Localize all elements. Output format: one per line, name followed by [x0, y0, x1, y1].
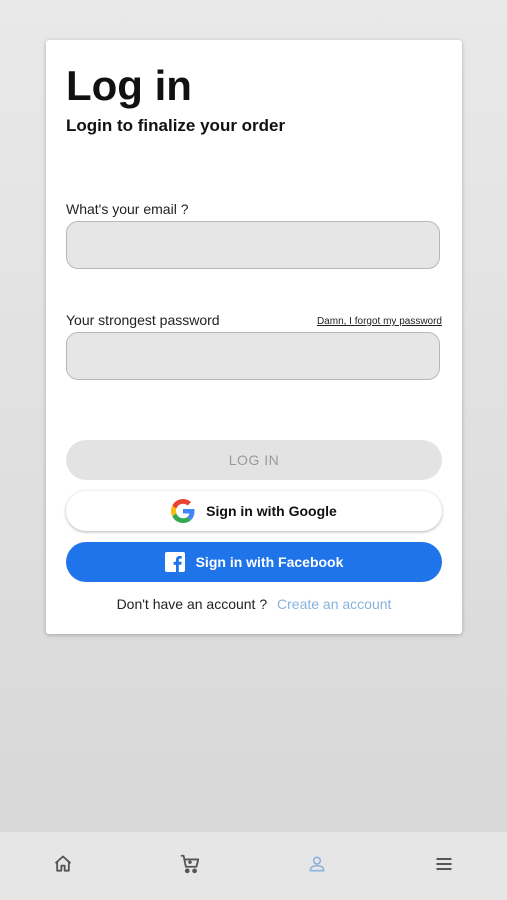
password-field[interactable]	[66, 332, 440, 380]
login-button[interactable]: LOG IN	[66, 440, 442, 480]
google-signin-button[interactable]: Sign in with Google	[66, 491, 442, 531]
no-account-text: Don't have an account ?	[116, 596, 268, 612]
cart-icon	[179, 853, 201, 880]
facebook-signin-button[interactable]: Sign in with Facebook	[66, 542, 442, 582]
menu-icon	[434, 854, 454, 879]
facebook-button-label: Sign in with Facebook	[195, 554, 344, 570]
page-subtitle: Login to finalize your order	[66, 116, 286, 135]
page-title: Log in	[66, 62, 192, 109]
google-logo-icon	[171, 499, 195, 523]
nav-account-button[interactable]	[297, 846, 337, 886]
signup-prompt: Don't have an account ? Create an accoun…	[46, 596, 462, 612]
nav-cart-button[interactable]	[170, 846, 210, 886]
email-label: What's your email ?	[66, 201, 189, 217]
home-icon	[53, 854, 73, 879]
user-icon	[307, 854, 327, 879]
nav-home-button[interactable]	[43, 846, 83, 886]
bottom-nav	[0, 832, 507, 900]
login-button-label: LOG IN	[228, 452, 280, 468]
email-field[interactable]	[66, 221, 440, 269]
login-card: Log in Login to finalize your order What…	[46, 40, 462, 634]
create-account-link[interactable]: Create an account	[277, 596, 391, 612]
password-label: Your strongest password	[66, 312, 220, 328]
google-button-label: Sign in with Google	[206, 503, 337, 519]
nav-menu-button[interactable]	[424, 846, 464, 886]
forgot-password-link[interactable]: Damn, I forgot my password	[317, 316, 442, 327]
facebook-logo-icon	[164, 552, 185, 572]
